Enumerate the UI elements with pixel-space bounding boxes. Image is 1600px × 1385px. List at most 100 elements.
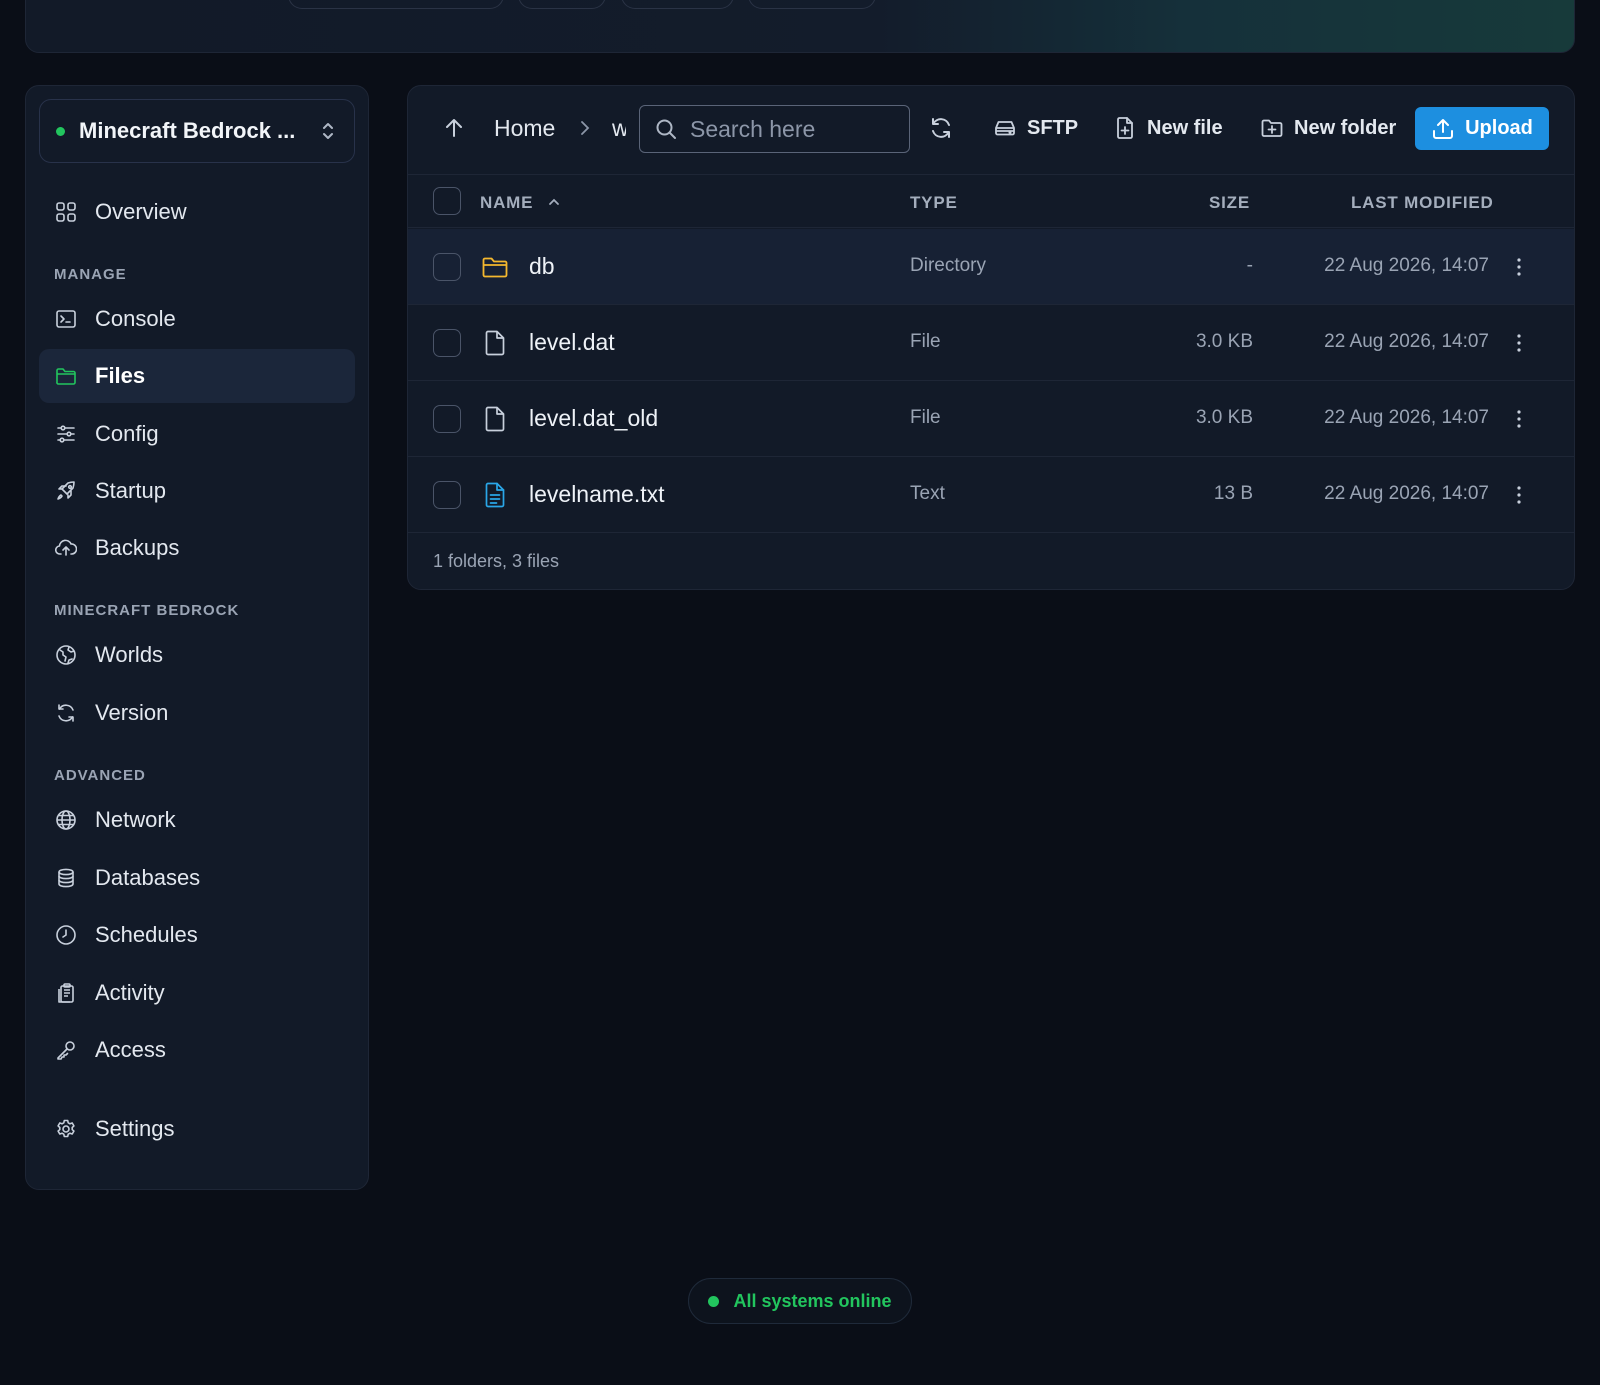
chevron-up-down-icon xyxy=(323,123,333,139)
globe-icon xyxy=(55,644,77,666)
file-toolbar: Home w SFTP New file New folder Upload xyxy=(408,86,1574,175)
sidebar-item-label: Config xyxy=(95,421,159,446)
gear-icon xyxy=(55,1118,77,1140)
new-folder-label: New folder xyxy=(1294,116,1397,139)
new-file-button[interactable]: New file xyxy=(1113,106,1223,150)
file-size: - xyxy=(1246,255,1253,276)
sidebar-item-label: Startup xyxy=(95,478,166,503)
file-type: File xyxy=(910,331,941,352)
header-pill[interactable] xyxy=(748,0,876,9)
sidebar-item-version[interactable]: Version xyxy=(39,686,355,740)
more-vertical-icon[interactable] xyxy=(1508,407,1530,431)
file-count-summary: 1 folders, 3 files xyxy=(433,551,560,571)
section-label-advanced: ADVANCED xyxy=(54,767,146,784)
search-input[interactable] xyxy=(690,115,890,143)
file-plus-icon xyxy=(1117,117,1133,139)
upload-label: Upload xyxy=(1465,117,1533,139)
file-type: Directory xyxy=(910,255,987,276)
sidebar-item-config[interactable]: Config xyxy=(39,407,355,461)
sidebar-item-label: Console xyxy=(95,306,176,331)
file-name[interactable]: level.dat xyxy=(529,329,615,356)
sidebar-item-backups[interactable]: Backups xyxy=(39,521,355,575)
sidebar-item-files[interactable]: Files xyxy=(39,349,355,403)
row-checkbox[interactable] xyxy=(433,329,461,357)
sidebar-item-startup[interactable]: Startup xyxy=(39,464,355,518)
rocket-icon xyxy=(55,480,77,502)
table-row[interactable]: db Directory - 22 Aug 2026, 14:07 xyxy=(408,229,1574,305)
cloud-upload-icon xyxy=(55,537,77,559)
file-icon xyxy=(485,330,505,356)
header-pill[interactable] xyxy=(288,0,504,9)
file-size: 3.0 KB xyxy=(1195,407,1253,428)
server-name: Minecraft Bedrock ... xyxy=(79,118,296,143)
hard-drive-icon xyxy=(995,121,1015,136)
new-folder-button[interactable]: New folder xyxy=(1260,106,1396,150)
select-all-checkbox[interactable] xyxy=(433,187,461,215)
sidebar-item-label: Worlds xyxy=(95,642,164,667)
new-file-label: New file xyxy=(1147,116,1223,139)
sftp-button[interactable]: SFTP xyxy=(993,106,1078,150)
sidebar-item-overview[interactable]: Overview xyxy=(39,185,355,239)
folder-icon xyxy=(55,365,77,387)
sidebar-item-console[interactable]: Console xyxy=(39,292,355,346)
server-selector[interactable]: Minecraft Bedrock ... xyxy=(39,99,355,163)
status-label: All systems online xyxy=(733,1290,892,1311)
header-pill[interactable] xyxy=(621,0,734,9)
arrow-up-icon[interactable] xyxy=(442,116,466,140)
sidebar-item-label: Files xyxy=(95,363,146,388)
grid-icon xyxy=(55,201,77,223)
sidebar-item-label: Overview xyxy=(95,199,187,224)
column-name-header[interactable]: NAME xyxy=(480,193,561,213)
sidebar-item-label: Network xyxy=(95,807,176,832)
file-modified: 22 Aug 2026, 14:07 xyxy=(1324,255,1489,276)
row-checkbox[interactable] xyxy=(433,481,461,509)
breadcrumb-home[interactable]: Home xyxy=(494,115,555,142)
sidebar-item-schedules[interactable]: Schedules xyxy=(39,908,355,962)
more-vertical-icon[interactable] xyxy=(1508,255,1530,279)
system-status-badge[interactable]: All systems online xyxy=(688,1278,912,1324)
file-name[interactable]: levelname.txt xyxy=(529,481,665,508)
table-row[interactable]: level.dat File 3.0 KB 22 Aug 2026, 14:07 xyxy=(408,305,1574,381)
status-dot xyxy=(708,1295,720,1307)
breadcrumb-current[interactable]: w xyxy=(612,115,626,142)
file-manager-panel: Home w SFTP New file New folder Upload N… xyxy=(407,85,1575,590)
column-modified-header[interactable]: LAST MODIFIED xyxy=(1351,193,1494,213)
table-row[interactable]: levelname.txt Text 13 B 22 Aug 2026, 14:… xyxy=(408,457,1574,533)
search-box[interactable] xyxy=(639,105,910,153)
table-row[interactable]: level.dat_old File 3.0 KB 22 Aug 2026, 1… xyxy=(408,381,1574,457)
sidebar-item-network[interactable]: Network xyxy=(39,793,355,847)
file-name[interactable]: db xyxy=(529,253,555,280)
search-icon xyxy=(656,119,676,139)
sidebar-item-activity[interactable]: Activity xyxy=(39,966,355,1020)
more-vertical-icon[interactable] xyxy=(1508,483,1530,507)
sidebar-item-worlds[interactable]: Worlds xyxy=(39,628,355,682)
refresh-icon xyxy=(55,702,77,724)
key-icon xyxy=(55,1039,77,1061)
chevron-right-icon xyxy=(581,121,590,135)
file-modified: 22 Aug 2026, 14:07 xyxy=(1324,483,1489,504)
online-status-dot xyxy=(56,126,65,136)
upload-icon xyxy=(1433,118,1454,139)
upload-button[interactable]: Upload xyxy=(1415,107,1549,150)
row-checkbox[interactable] xyxy=(433,405,461,433)
file-size: 3.0 KB xyxy=(1195,331,1253,352)
database-icon xyxy=(55,867,77,889)
file-name[interactable]: level.dat_old xyxy=(529,405,658,432)
sidebar-item-settings[interactable]: Settings xyxy=(39,1102,355,1156)
file-modified: 22 Aug 2026, 14:07 xyxy=(1324,331,1489,352)
more-vertical-icon[interactable] xyxy=(1508,331,1530,355)
column-type-header[interactable]: TYPE xyxy=(910,193,958,213)
sidebar-item-label: Databases xyxy=(95,865,201,890)
header-pill[interactable] xyxy=(518,0,606,9)
refresh-icon[interactable] xyxy=(929,116,953,140)
sftp-label: SFTP xyxy=(1027,116,1079,139)
section-label-game: MINECRAFT BEDROCK xyxy=(54,602,240,619)
row-checkbox[interactable] xyxy=(433,253,461,281)
sidebar-item-access[interactable]: Access xyxy=(39,1023,355,1077)
sidebar-item-label: Activity xyxy=(95,980,165,1005)
file-type: Text xyxy=(910,483,945,504)
column-size-header[interactable]: SIZE xyxy=(1209,193,1250,213)
sidebar: Minecraft Bedrock ... Overview MANAGE Co… xyxy=(25,85,369,1190)
sidebar-item-databases[interactable]: Databases xyxy=(39,851,355,905)
sidebar-item-label: Schedules xyxy=(95,922,198,947)
